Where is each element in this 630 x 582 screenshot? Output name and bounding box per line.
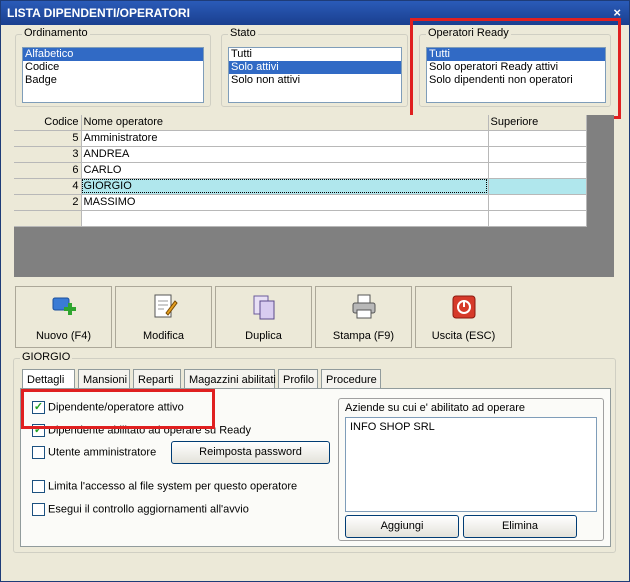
edit-button-label: Modifica bbox=[143, 330, 184, 342]
row-code: 4 bbox=[14, 178, 82, 195]
row-code: 6 bbox=[14, 162, 82, 179]
ordinamento-title: Ordinamento bbox=[22, 27, 90, 39]
operators-grid[interactable]: Codice Nome operatore Superiore 5 Ammini… bbox=[14, 115, 614, 277]
new-user-icon bbox=[52, 297, 76, 315]
row-superior[interactable] bbox=[488, 194, 587, 211]
remove-company-button[interactable]: Elimina bbox=[463, 515, 577, 538]
table-row-empty[interactable] bbox=[14, 210, 587, 227]
ordinamento-option[interactable]: Alfabetico bbox=[23, 48, 203, 61]
table-row-selected[interactable]: 4 GIORGIO bbox=[14, 178, 587, 195]
tab-reparti[interactable]: Reparti bbox=[133, 369, 181, 389]
highlight-box-active-checkbox bbox=[21, 389, 215, 429]
column-header-code[interactable]: Codice bbox=[14, 115, 82, 131]
ordinamento-option[interactable]: Codice bbox=[23, 61, 203, 74]
row-superior[interactable] bbox=[488, 162, 587, 179]
stato-option[interactable]: Solo non attivi bbox=[229, 74, 401, 87]
row-name[interactable]: GIORGIO bbox=[81, 178, 489, 195]
tab-dettagli[interactable]: Dettagli bbox=[22, 369, 75, 390]
table-row[interactable]: 2 MASSIMO bbox=[14, 194, 587, 211]
row-code bbox=[14, 210, 82, 227]
row-superior[interactable] bbox=[488, 210, 587, 227]
row-code: 5 bbox=[14, 130, 82, 147]
column-header-name[interactable]: Nome operatore bbox=[81, 115, 489, 131]
checkbox-updates-label: Esegui il controllo aggiornamenti all'av… bbox=[48, 503, 249, 516]
checkbox-admin-box[interactable] bbox=[32, 446, 45, 459]
stato-option[interactable]: Solo attivi bbox=[229, 61, 401, 74]
row-name[interactable]: ANDREA bbox=[81, 146, 489, 163]
add-company-button[interactable]: Aggiungi bbox=[345, 515, 459, 538]
companies-list[interactable]: INFO SHOP SRL bbox=[345, 417, 597, 512]
row-superior[interactable] bbox=[488, 130, 587, 147]
duplicate-button-label: Duplica bbox=[245, 330, 282, 342]
stato-title: Stato bbox=[228, 27, 258, 39]
row-superior[interactable] bbox=[488, 178, 587, 195]
checkbox-fs-limit[interactable]: Limita l'accesso al file system per ques… bbox=[32, 480, 297, 493]
row-superior[interactable] bbox=[488, 146, 587, 163]
stato-list[interactable]: Tutti Solo attivi Solo non attivi bbox=[228, 47, 402, 103]
companies-group: Aziende su cui e' abilitato ad operare I… bbox=[338, 398, 604, 541]
tab-mansioni[interactable]: Mansioni bbox=[78, 369, 130, 389]
operators-table: Codice Nome operatore Superiore 5 Ammini… bbox=[14, 115, 587, 227]
stato-option[interactable]: Tutti bbox=[229, 48, 401, 61]
exit-button[interactable]: Uscita (ESC) bbox=[415, 286, 512, 348]
row-name[interactable]: Amministratore bbox=[81, 130, 489, 147]
table-row[interactable]: 3 ANDREA bbox=[14, 146, 587, 163]
tab-magazzini-abilitati[interactable]: Magazzini abilitati bbox=[184, 369, 276, 389]
printer-icon bbox=[352, 294, 375, 319]
highlight-box-operatori-ready bbox=[410, 18, 621, 119]
checkbox-updates[interactable]: Esegui il controllo aggiornamenti all'av… bbox=[32, 503, 249, 516]
tab-profilo[interactable]: Profilo bbox=[278, 369, 318, 389]
row-name[interactable]: CARLO bbox=[81, 162, 489, 179]
ordinamento-list[interactable]: Alfabetico Codice Badge bbox=[22, 47, 204, 103]
tab-procedure[interactable]: Procedure bbox=[321, 369, 381, 389]
main-window: LISTA DIPENDENTI/OPERATORI × Ordinamento… bbox=[0, 0, 630, 582]
detail-title: GIORGIO bbox=[20, 351, 73, 363]
exit-button-label: Uscita (ESC) bbox=[431, 330, 496, 342]
edit-button[interactable]: Modifica bbox=[115, 286, 212, 348]
duplicate-icon bbox=[253, 295, 274, 320]
print-button[interactable]: Stampa (F9) bbox=[315, 286, 412, 348]
checkbox-fs-limit-box[interactable] bbox=[32, 480, 45, 493]
edit-document-icon bbox=[154, 294, 178, 318]
row-name[interactable]: MASSIMO bbox=[81, 194, 489, 211]
window-title: LISTA DIPENDENTI/OPERATORI bbox=[7, 6, 190, 20]
checkbox-admin-label: Utente amministratore bbox=[48, 446, 157, 459]
new-button-label: Nuovo (F4) bbox=[35, 330, 92, 342]
companies-title: Aziende su cui e' abilitato ad operare bbox=[345, 402, 526, 414]
row-code: 3 bbox=[14, 146, 82, 163]
table-row[interactable]: 6 CARLO bbox=[14, 162, 587, 179]
checkbox-fs-limit-label: Limita l'accesso al file system per ques… bbox=[48, 480, 298, 493]
new-button[interactable]: Nuovo (F4) bbox=[15, 286, 112, 348]
company-item[interactable]: INFO SHOP SRL bbox=[346, 421, 596, 434]
duplicate-button[interactable]: Duplica bbox=[215, 286, 312, 348]
table-row[interactable]: 5 Amministratore bbox=[14, 130, 587, 147]
grid-header-row: Codice Nome operatore Superiore bbox=[14, 115, 587, 131]
ordinamento-group: Ordinamento Alfabetico Codice Badge bbox=[15, 27, 211, 107]
column-header-superior[interactable]: Superiore bbox=[488, 115, 587, 131]
row-code: 2 bbox=[14, 194, 82, 211]
print-button-label: Stampa (F9) bbox=[332, 330, 395, 342]
reset-password-button[interactable]: Reimposta password bbox=[171, 441, 330, 464]
ordinamento-option[interactable]: Badge bbox=[23, 74, 203, 87]
row-name[interactable] bbox=[81, 210, 489, 227]
exit-icon bbox=[452, 295, 475, 319]
checkbox-admin[interactable]: Utente amministratore bbox=[32, 446, 156, 459]
stato-group: Stato Tutti Solo attivi Solo non attivi bbox=[221, 27, 408, 107]
checkbox-updates-box[interactable] bbox=[32, 503, 45, 516]
